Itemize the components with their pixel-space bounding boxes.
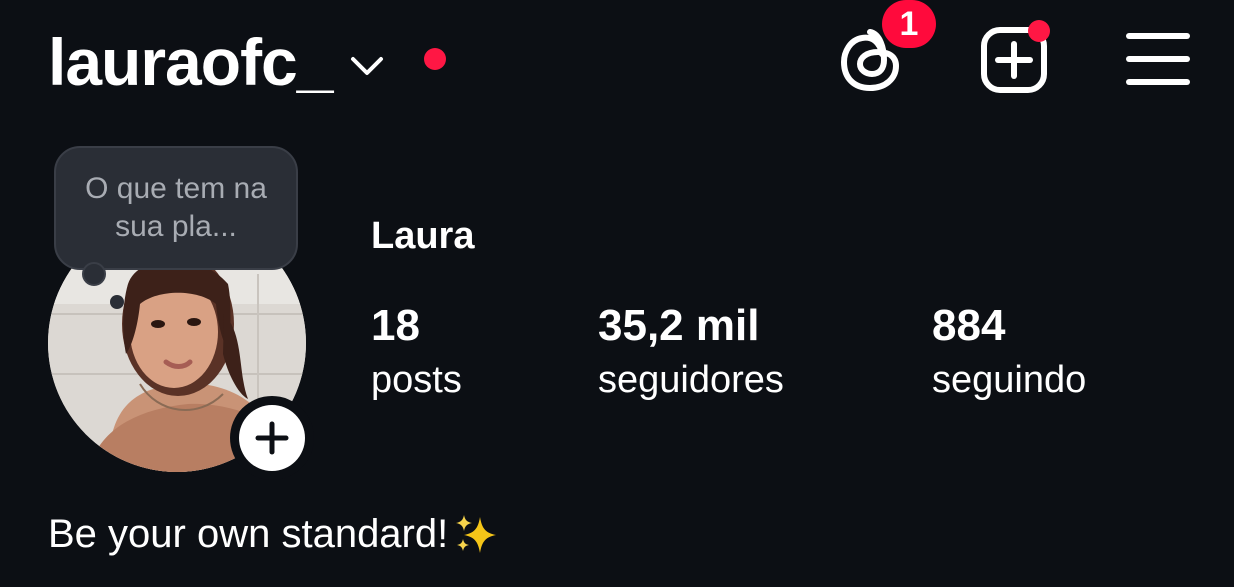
posts-label: posts	[371, 359, 462, 401]
menu-button[interactable]	[1126, 32, 1190, 86]
username: lauraofc_	[48, 25, 333, 99]
add-story-button[interactable]	[230, 396, 314, 480]
hamburger-menu-icon	[1126, 33, 1190, 85]
note-bubble-tail-small	[110, 295, 124, 309]
sparkles-icon	[456, 515, 497, 553]
profile-note-bubble[interactable]: O que tem na sua pla...	[54, 146, 298, 270]
followers-label: seguidores	[598, 359, 784, 401]
followers-count: 35,2 mil	[598, 301, 760, 350]
profile-bio: Be your own standard!	[48, 508, 500, 560]
note-bubble-tail	[82, 262, 106, 286]
account-switcher[interactable]: lauraofc_	[48, 22, 384, 102]
followers-stat[interactable]: 35,2 mil seguidores	[598, 300, 784, 406]
display-name: Laura	[371, 215, 475, 257]
bio-text: Be your own standard!	[48, 512, 449, 556]
following-stat[interactable]: 884 seguindo	[932, 300, 1086, 406]
account-notification-dot	[424, 48, 446, 70]
create-notification-dot	[1028, 20, 1050, 42]
posts-stat[interactable]: 18 posts	[371, 300, 462, 406]
following-label: seguindo	[932, 359, 1087, 401]
following-count: 884	[932, 301, 1006, 350]
chevron-down-icon	[351, 57, 384, 75]
threads-notification-badge: 1	[882, 0, 936, 48]
profile-note-text: O que tem na sua pla...	[85, 172, 267, 243]
plus-icon	[255, 421, 289, 455]
posts-count: 18	[371, 301, 420, 350]
